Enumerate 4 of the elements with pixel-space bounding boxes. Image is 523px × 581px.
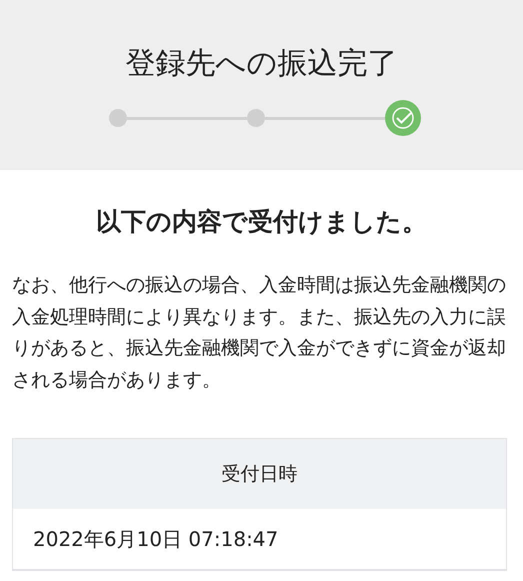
table-header-cell: 受付日時 xyxy=(13,439,506,509)
page-title: 登録先への振込完了 xyxy=(126,45,398,83)
notice-text: なお、他行への振込の場合、入金時間は振込先金融機関の入金処理時間により異なります。また、振込先の入力に誤りがあると、振込先金融機関で入金ができずに資金が返却される場合があります。 xyxy=(11,273,507,392)
completion-heading: 以下の内容で受付けました。 xyxy=(95,206,428,238)
